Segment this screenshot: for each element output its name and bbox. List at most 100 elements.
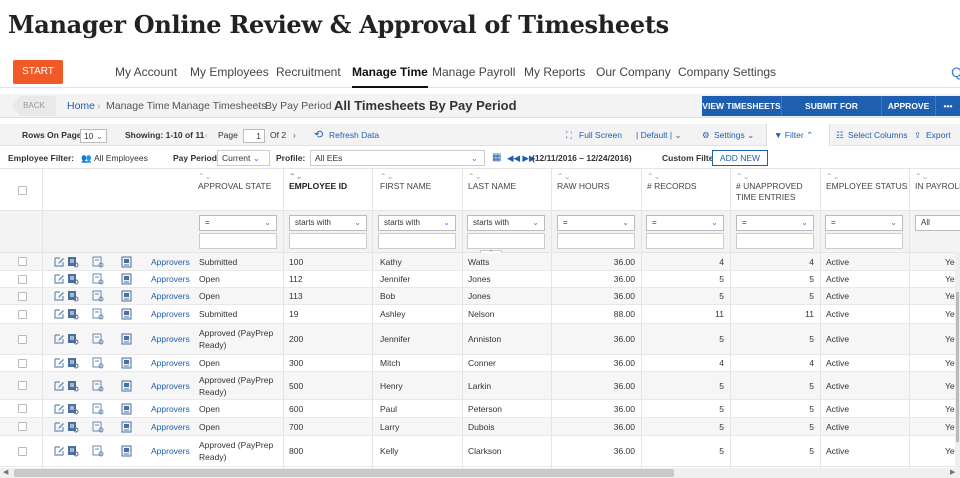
row-checkbox[interactable] <box>18 381 27 390</box>
breadcrumb-manage-time[interactable]: Manage Time <box>106 94 170 118</box>
add-new-filter-button[interactable]: ADD NEW <box>712 150 768 166</box>
filter-approval-state[interactable]: = ⌄ <box>199 215 277 231</box>
filter-records[interactable]: = ⌄ <box>646 215 724 231</box>
view-records-icon[interactable] <box>67 324 79 354</box>
approve-button[interactable]: APPROVE <box>882 96 936 116</box>
nav-my-account[interactable]: My Account <box>115 56 177 88</box>
employee-filter-value[interactable]: All Employees <box>94 148 148 168</box>
table-row[interactable]: Approvers Open 700 Larry Dubois 36.00 5 5 Active… <box>0 418 960 436</box>
select-columns-button[interactable]: Select Columns <box>848 124 908 146</box>
filter-first-name[interactable]: starts with ⌄ <box>378 215 456 231</box>
audit-icon[interactable] <box>92 271 104 287</box>
view-records-icon[interactable] <box>67 418 79 435</box>
view-records-icon[interactable] <box>67 271 79 287</box>
edit-timesheet-icon[interactable] <box>53 324 65 354</box>
col-approval-state[interactable]: ⌃⌄ APPROVAL STATE <box>198 173 271 192</box>
col-first-name[interactable]: ⌃⌄ FIRST NAME <box>380 173 431 192</box>
table-row[interactable]: Approvers Open 600 Paul Peterson 36.00 5 5 Activ… <box>0 400 960 418</box>
profile-select[interactable]: All EEs ⌄ <box>310 150 485 166</box>
filter-employee-id-input[interactable] <box>289 233 367 249</box>
edit-timesheet-icon[interactable] <box>53 436 65 466</box>
select-all-checkbox[interactable] <box>18 186 27 195</box>
col-unapproved-entries[interactable]: ⌃⌄ # UNAPPROVED TIME ENTRIES <box>736 173 818 203</box>
view-records-icon[interactable] <box>67 305 79 323</box>
audit-icon[interactable] <box>92 305 104 323</box>
approvers-link[interactable]: Approvers <box>151 372 190 399</box>
full-screen-button[interactable]: Full Screen <box>579 124 622 146</box>
prev-page-icon[interactable]: ‹ <box>205 124 208 146</box>
audit-icon[interactable] <box>92 372 104 399</box>
fullscreen-icon[interactable]: ⛶ <box>566 124 572 146</box>
approvers-link[interactable]: Approvers <box>151 418 190 435</box>
row-checkbox[interactable] <box>18 422 27 431</box>
breadcrumb-manage-timesheets[interactable]: Manage Timesheets <box>172 94 267 118</box>
audit-icon[interactable] <box>92 253 104 270</box>
breadcrumb-home[interactable]: Home <box>67 94 95 118</box>
columns-icon[interactable]: ☷ <box>836 124 844 146</box>
view-records-icon[interactable] <box>67 253 79 270</box>
col-employee-id[interactable]: ⌃⌄ EMPLOYEE ID <box>289 173 347 192</box>
table-row[interactable]: Approvers Approved (PayPrep Ready) 800 Kell… <box>0 436 960 467</box>
pay-period-select[interactable]: Current ⌄ <box>217 150 270 166</box>
scroll-right-icon[interactable]: ▶ <box>950 468 955 478</box>
export-icon[interactable]: ⇪ <box>914 124 921 146</box>
filter-last-name-input[interactable] <box>467 233 545 249</box>
breadcrumb-by-pay-period[interactable]: By Pay Period <box>265 94 332 118</box>
row-checkbox[interactable] <box>18 446 27 456</box>
approvers-link[interactable]: Approvers <box>151 324 190 354</box>
default-view-select[interactable]: | Default | ⌄ <box>636 124 682 146</box>
approvers-link[interactable]: Approvers <box>151 271 190 287</box>
table-row[interactable]: Approvers Approved (PayPrep Ready) 200 Jenn… <box>0 324 960 355</box>
edit-timesheet-icon[interactable] <box>53 418 65 435</box>
filter-raw-hours[interactable]: = ⌄ <box>557 215 635 231</box>
row-checkbox[interactable] <box>18 309 27 319</box>
submit-for-approval-button[interactable]: SUBMIT FOR APPROVAL <box>782 96 882 131</box>
table-row[interactable]: Approvers Open 112 Jennifer Jones 36.00 5 5 Acti… <box>0 271 960 288</box>
calendar-icon[interactable]: ▦ <box>492 148 501 168</box>
approvers-link[interactable]: Approvers <box>151 305 190 323</box>
more-actions-button[interactable]: ••• <box>936 96 960 116</box>
audit-icon[interactable] <box>92 324 104 354</box>
audit-icon[interactable] <box>92 418 104 435</box>
audit-icon[interactable] <box>92 400 104 417</box>
audit-icon[interactable] <box>92 436 104 466</box>
nav-manage-payroll[interactable]: Manage Payroll <box>432 56 515 88</box>
filter-raw-hours-input[interactable] <box>557 233 635 249</box>
approval-history-icon[interactable] <box>121 400 133 417</box>
approval-history-icon[interactable] <box>121 288 133 304</box>
approval-history-icon[interactable] <box>121 372 133 399</box>
export-button[interactable]: Export <box>926 124 951 146</box>
gear-icon[interactable]: ⚙ <box>702 124 710 146</box>
approvers-link[interactable]: Approvers <box>151 253 190 270</box>
nav-my-employees[interactable]: My Employees <box>190 56 269 88</box>
edit-timesheet-icon[interactable] <box>53 288 65 304</box>
filter-records-input[interactable] <box>646 233 724 249</box>
view-timesheets-button[interactable]: VIEW TIMESHEETS <box>702 96 782 116</box>
table-row[interactable]: Approvers Open 300 Mitch Conner 36.00 4 4 Active… <box>0 355 960 372</box>
refresh-icon[interactable]: ⟲ <box>314 124 323 146</box>
edit-timesheet-icon[interactable] <box>53 253 65 270</box>
edit-timesheet-icon[interactable] <box>53 355 65 371</box>
audit-icon[interactable] <box>92 288 104 304</box>
col-raw-hours[interactable]: ⌃⌄ RAW HOURS <box>557 173 610 192</box>
row-checkbox[interactable] <box>18 291 27 301</box>
nav-manage-time[interactable]: Manage Time <box>352 56 428 88</box>
edit-timesheet-icon[interactable] <box>53 271 65 287</box>
row-checkbox[interactable] <box>18 358 27 368</box>
scroll-thumb[interactable] <box>14 469 674 477</box>
table-row[interactable]: Approvers Submitted 100 Kathy Watts 36.00 4 4 Ac… <box>0 253 960 271</box>
approval-history-icon[interactable] <box>121 324 133 354</box>
search-icon[interactable]: Q <box>951 56 960 88</box>
approval-history-icon[interactable] <box>121 271 133 287</box>
row-checkbox[interactable] <box>18 257 27 266</box>
edit-timesheet-icon[interactable] <box>53 372 65 399</box>
view-records-icon[interactable] <box>67 288 79 304</box>
audit-icon[interactable] <box>92 355 104 371</box>
table-row[interactable]: Approvers Submitted 19 Ashley Nelson 88.00 11 1… <box>0 305 960 324</box>
refresh-data-button[interactable]: Refresh Data <box>329 124 379 146</box>
col-in-payroll[interactable]: ⌃⌄ IN PAYROLL <box>915 173 960 192</box>
scroll-left-icon[interactable]: ◀ <box>3 468 8 478</box>
approvers-link[interactable]: Approvers <box>151 436 190 466</box>
table-row[interactable]: Approvers Open 113 Bob Jones 36.00 5 5 Active Yes <box>0 288 960 305</box>
view-records-icon[interactable] <box>67 400 79 417</box>
